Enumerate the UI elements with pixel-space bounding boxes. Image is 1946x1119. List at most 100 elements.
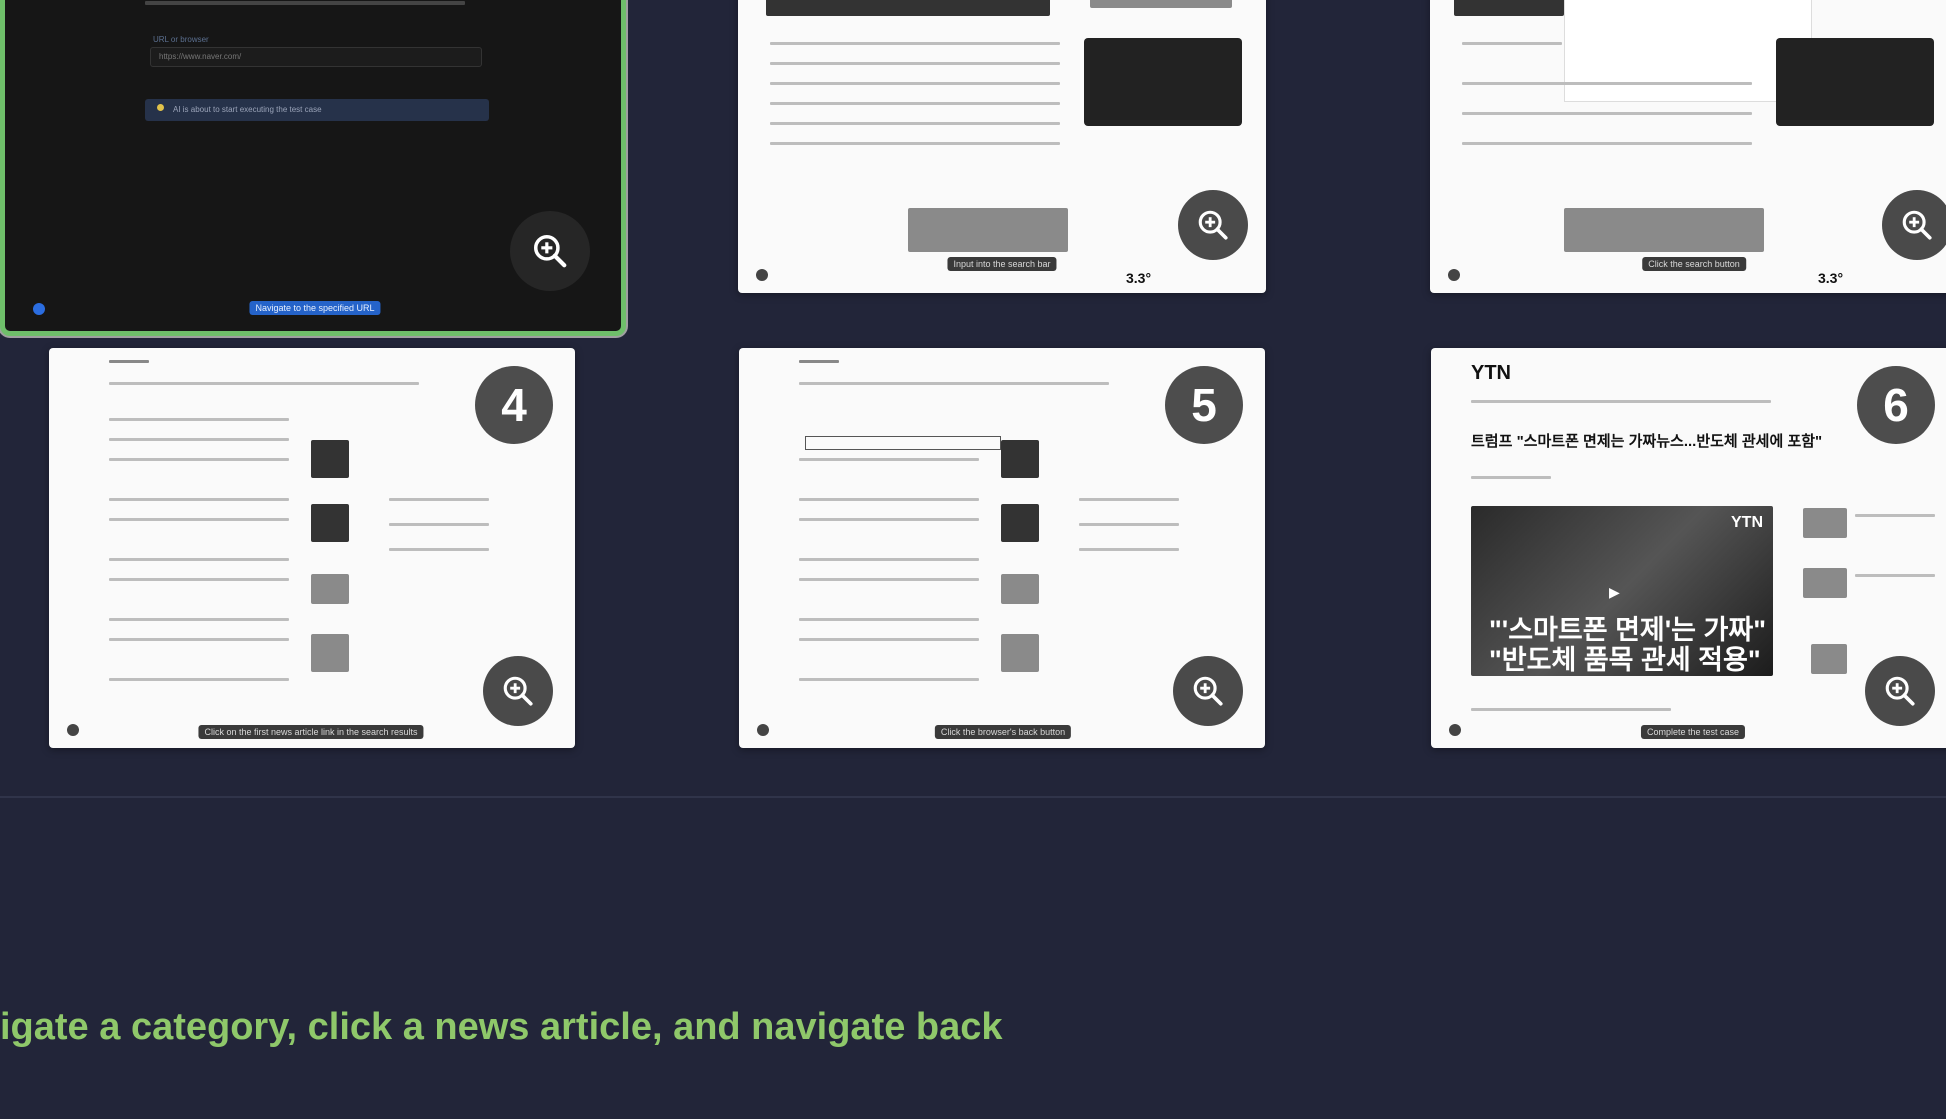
status-icon	[157, 104, 164, 111]
text-line	[109, 382, 419, 385]
article-thumbnail	[1803, 508, 1847, 538]
text-line	[1079, 523, 1179, 526]
text-line	[109, 518, 289, 521]
section-divider	[0, 796, 1946, 798]
text-line	[109, 438, 289, 441]
text-line	[1079, 498, 1179, 501]
text-line	[799, 578, 979, 581]
step-card-2[interactable]: 3.3° Input into the search bar	[738, 0, 1266, 293]
step-card-3[interactable]: 3.3° Click the search button	[1430, 0, 1946, 293]
url-field-label: URL or browser	[153, 35, 209, 44]
step-dot	[1449, 724, 1461, 736]
text-line	[1471, 400, 1771, 403]
panel-text	[145, 1, 465, 5]
title-highlight: igate a category, click a news article, …	[0, 1006, 1003, 1048]
text-line	[799, 498, 979, 501]
promo-banner	[1776, 38, 1934, 126]
text-line	[770, 122, 1060, 125]
text-line	[1855, 514, 1935, 517]
step-dot	[67, 724, 79, 736]
text-line	[799, 360, 839, 363]
autocomplete-dropdown[interactable]	[1564, 0, 1812, 102]
text-line	[1462, 112, 1752, 115]
text-line	[109, 418, 289, 421]
text-line	[1462, 142, 1752, 145]
article-thumbnail	[1001, 440, 1039, 478]
text-line	[799, 458, 979, 461]
article-thumbnail	[1001, 504, 1039, 542]
step-caption: Input into the search bar	[947, 257, 1057, 271]
focused-link[interactable]	[805, 436, 1001, 450]
step-card-5[interactable]: 5 Click the browser's back button	[739, 348, 1265, 748]
step-caption: Complete the test case	[1640, 725, 1746, 739]
text-line	[770, 62, 1060, 65]
product-images	[908, 208, 1068, 252]
zoom-in-icon	[534, 235, 567, 268]
weather-temp: 3.3°	[1126, 270, 1152, 286]
step-caption: Click the browser's back button	[934, 725, 1072, 739]
step-dot	[756, 269, 768, 281]
text-line	[770, 82, 1060, 85]
text-line	[109, 498, 289, 501]
zoom-in-icon	[1902, 210, 1932, 240]
zoom-in-icon	[1193, 676, 1223, 706]
text-line	[1471, 708, 1671, 711]
video-caption-2: "반도체 품목 관세 적용"	[1489, 645, 1761, 675]
text-line	[799, 638, 979, 641]
step-dot	[757, 724, 769, 736]
step-dot	[33, 303, 45, 315]
url-field[interactable]: https://www.naver.com/	[150, 47, 482, 67]
article-thumbnail	[311, 440, 349, 478]
article-thumbnail	[311, 574, 349, 604]
zoom-button[interactable]	[510, 211, 590, 291]
text-line	[1471, 476, 1551, 479]
text-line	[109, 578, 289, 581]
text-line	[389, 523, 489, 526]
article-headline: 트럼프 "스마트폰 면제는 가짜뉴스...반도체 관세에 포함"	[1471, 433, 1823, 450]
zoom-button[interactable]	[1882, 190, 1946, 260]
step-card-4[interactable]: 4 Click on the first news article link i…	[49, 348, 575, 748]
step-dot	[1448, 269, 1460, 281]
text-line	[770, 102, 1060, 105]
article-thumbnail	[311, 504, 349, 542]
status-text: AI is about to start executing the test …	[173, 105, 322, 114]
header-banner	[1454, 0, 1564, 16]
zoom-button[interactable]	[1178, 190, 1248, 260]
text-line	[109, 638, 289, 641]
product-images	[1564, 208, 1764, 252]
test-case-title: igate a category, click a news article, …	[0, 1006, 1003, 1049]
text-line	[1462, 82, 1752, 85]
text-line	[799, 382, 1109, 385]
step-card-1[interactable]: URL or browser https://www.naver.com/ AI…	[0, 0, 626, 336]
zoom-button[interactable]	[483, 656, 553, 726]
article-thumbnail	[311, 634, 349, 672]
text-line	[109, 360, 149, 363]
text-line	[770, 142, 1060, 145]
step-badge: 5	[1165, 366, 1243, 444]
header-banner	[766, 0, 1050, 16]
text-line	[799, 558, 979, 561]
play-icon: ▶	[1609, 584, 1620, 600]
header-button	[1090, 0, 1232, 8]
text-line	[109, 458, 289, 461]
article-thumbnail	[1803, 568, 1847, 598]
text-line	[389, 548, 489, 551]
zoom-in-icon	[1198, 210, 1228, 240]
text-line	[389, 498, 489, 501]
promo-banner	[1084, 38, 1242, 126]
zoom-button[interactable]	[1865, 656, 1935, 726]
status-bar: AI is about to start executing the test …	[145, 99, 489, 121]
url-field-value: https://www.naver.com/	[159, 52, 242, 61]
step-caption: Navigate to the specified URL	[249, 301, 381, 315]
zoom-in-icon	[503, 676, 533, 706]
step-badge: 4	[475, 366, 553, 444]
text-line	[1079, 548, 1179, 551]
article-video[interactable]: YTN ▶ "'스마트폰 면제'는 가짜" "반도체 품목 관세 적용"	[1471, 506, 1773, 676]
site-logo: YTN	[1471, 362, 1511, 384]
step-card-6[interactable]: YTN 트럼프 "스마트폰 면제는 가짜뉴스...반도체 관세에 포함" YTN…	[1431, 348, 1946, 748]
step-caption: Click the search button	[1642, 257, 1746, 271]
video-logo: YTN	[1731, 514, 1763, 531]
zoom-button[interactable]	[1173, 656, 1243, 726]
text-line	[770, 42, 1060, 45]
article-thumbnail	[1001, 574, 1039, 604]
